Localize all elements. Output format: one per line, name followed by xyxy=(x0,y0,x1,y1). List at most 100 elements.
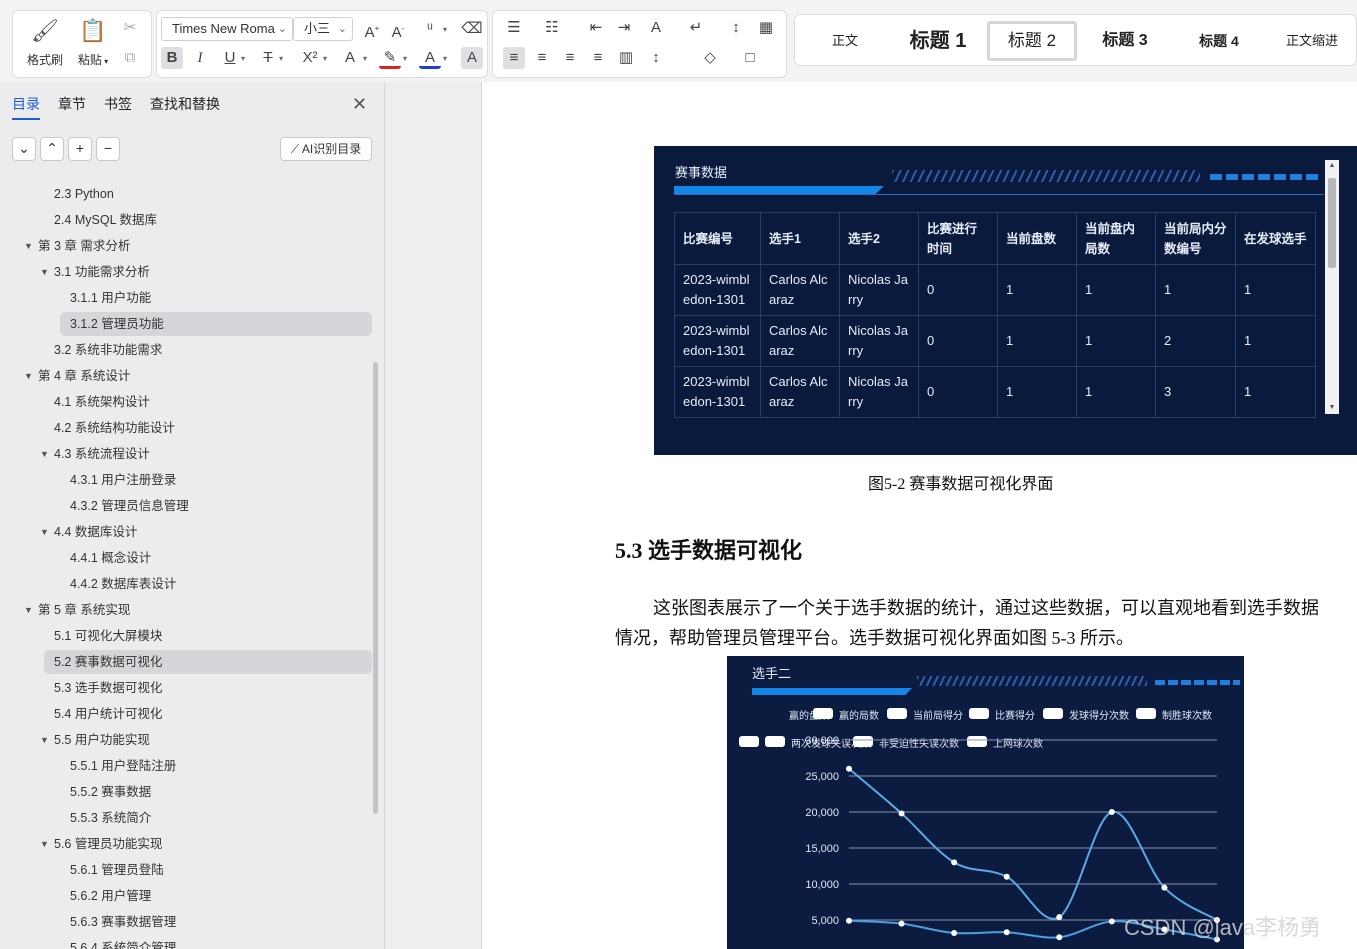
toc-item[interactable]: 4.3.1 用户注册登录 xyxy=(70,468,176,492)
increase-indent-icon[interactable]: ⇥ xyxy=(613,17,635,39)
chevron-down-icon[interactable]: ▾ xyxy=(443,25,447,34)
data-point[interactable] xyxy=(1108,809,1115,815)
data-point[interactable] xyxy=(846,765,852,772)
font-size-select[interactable]: 小三 ⌄ xyxy=(293,17,353,41)
chevron-down-icon[interactable]: ▾ xyxy=(443,54,447,63)
shrink-font-icon[interactable]: A- xyxy=(387,18,409,41)
highlight-color-icon[interactable]: ✎ xyxy=(379,47,401,69)
toc-item[interactable]: 3.1.1 用户功能 xyxy=(70,286,151,310)
format-painter-button[interactable]: 🖌 格式刷 xyxy=(27,17,63,68)
toc-item[interactable]: 5.6.3 赛事数据管理 xyxy=(70,910,176,934)
style-heading-2[interactable]: 标题 2 xyxy=(987,21,1077,61)
copy-icon[interactable]: ⧉ xyxy=(119,47,141,69)
add-heading-button[interactable]: + xyxy=(68,137,92,161)
toc-item[interactable]: 2.3 Python xyxy=(54,182,114,206)
phonetic-guide-icon[interactable]: ᵘ xyxy=(419,18,441,40)
align-left-icon[interactable]: ≡ xyxy=(503,47,525,69)
expand-arrow-icon[interactable]: ▼ xyxy=(40,527,49,537)
chevron-down-icon[interactable]: ▾ xyxy=(403,54,407,63)
italic-button[interactable]: I xyxy=(189,47,211,69)
scroll-down-icon[interactable]: ▼ xyxy=(1325,404,1339,411)
scroll-up-icon[interactable]: ▲ xyxy=(1325,162,1339,169)
toc-item[interactable]: 4.4 数据库设计 xyxy=(54,520,137,544)
toc-item[interactable]: 5.3 选手数据可视化 xyxy=(54,676,162,700)
expand-arrow-icon[interactable]: ▼ xyxy=(40,735,49,745)
expand-arrow-icon[interactable]: ▼ xyxy=(40,267,49,277)
style-body-indent[interactable]: 正文缩进 xyxy=(1275,21,1349,61)
sort-icon[interactable]: ↕ xyxy=(725,17,747,39)
data-point[interactable] xyxy=(1056,914,1063,921)
toc-item[interactable]: 5.2 赛事数据可视化 xyxy=(54,650,162,674)
data-point[interactable] xyxy=(846,917,852,924)
borders-icon[interactable]: □ xyxy=(739,47,761,69)
underline-button[interactable]: U xyxy=(219,47,241,69)
ai-toc-button[interactable]: ⟋ AI识别目录 xyxy=(280,137,372,161)
text-direction-icon[interactable]: A xyxy=(645,17,667,39)
toc-item[interactable]: 2.4 MySQL 数据库 xyxy=(54,208,157,232)
font-name-select[interactable]: Times New Roma ⌄ xyxy=(161,17,293,41)
toc-item[interactable]: 5.5.3 系统简介 xyxy=(70,806,151,830)
data-point[interactable] xyxy=(951,929,958,936)
toc-item[interactable]: 第 5 章 系统实现 xyxy=(38,598,130,622)
expand-arrow-icon[interactable]: ▼ xyxy=(40,839,49,849)
tab-chapters[interactable]: 章节 xyxy=(58,94,86,114)
tab-bookmarks[interactable]: 书签 xyxy=(104,94,132,114)
superscript-button[interactable]: X² xyxy=(299,47,321,69)
toc-item[interactable]: 3.1.2 管理员功能 xyxy=(70,312,164,336)
remove-heading-button[interactable]: − xyxy=(96,137,120,161)
chevron-down-icon[interactable]: ▾ xyxy=(279,54,283,63)
data-point[interactable] xyxy=(1003,873,1010,880)
shading-icon[interactable]: ◇ xyxy=(699,47,721,69)
bold-button[interactable]: B xyxy=(161,47,183,69)
toc-item[interactable]: 4.3 系统流程设计 xyxy=(54,442,150,466)
toc-item[interactable]: 5.6 管理员功能实现 xyxy=(54,832,162,856)
expand-arrow-icon[interactable]: ▼ xyxy=(24,241,33,251)
decrease-indent-icon[interactable]: ⇤ xyxy=(585,17,607,39)
style-normal[interactable]: 正文 xyxy=(815,21,875,61)
line-spacing-icon[interactable]: ↕ xyxy=(645,47,667,69)
cut-icon[interactable]: ✂ xyxy=(119,17,141,39)
chevron-down-icon[interactable]: ▾ xyxy=(241,54,245,63)
move-up-button[interactable]: ⌃ xyxy=(40,137,64,161)
char-shading-icon[interactable]: A xyxy=(461,47,483,69)
style-heading-3[interactable]: 标题 3 xyxy=(1087,21,1163,61)
toc-item[interactable]: 5.1 可视化大屏模块 xyxy=(54,624,162,648)
toc-item[interactable]: 5.6.2 用户管理 xyxy=(70,884,151,908)
grow-font-icon[interactable]: A+ xyxy=(361,18,383,41)
numbered-list-icon[interactable]: ☷ xyxy=(541,17,563,39)
paste-button[interactable]: 📋 粘贴 ▾ xyxy=(75,17,111,68)
style-heading-1[interactable]: 标题 1 xyxy=(895,21,981,61)
expand-arrow-icon[interactable]: ▼ xyxy=(40,449,49,459)
toc-item[interactable]: 5.6.1 管理员登陆 xyxy=(70,858,164,882)
toc-item[interactable]: 4.4.1 概念设计 xyxy=(70,546,151,570)
data-point[interactable] xyxy=(1161,884,1168,891)
toc-item[interactable]: 4.4.2 数据库表设计 xyxy=(70,572,176,596)
toc-item[interactable]: 3.1 功能需求分析 xyxy=(54,260,150,284)
expand-arrow-icon[interactable]: ▼ xyxy=(24,605,33,615)
toc-item[interactable]: 4.1 系统架构设计 xyxy=(54,390,150,414)
chevron-down-icon[interactable]: ▾ xyxy=(363,54,367,63)
table-scrollbar[interactable]: ▲ ▼ xyxy=(1325,160,1339,414)
toc-item[interactable]: 4.3.2 管理员信息管理 xyxy=(70,494,189,518)
data-point[interactable] xyxy=(951,859,958,866)
align-right-icon[interactable]: ≡ xyxy=(559,47,581,69)
data-point[interactable] xyxy=(898,810,905,817)
toc-item[interactable]: 3.2 系统非功能需求 xyxy=(54,338,162,362)
tab-find-replace[interactable]: 查找和替换 xyxy=(150,94,220,114)
align-center-icon[interactable]: ≡ xyxy=(531,47,553,69)
toc-item[interactable]: 5.5.2 赛事数据 xyxy=(70,780,151,804)
toc-item[interactable]: 5.5 用户功能实现 xyxy=(54,728,150,752)
tab-toc[interactable]: 目录 xyxy=(12,94,40,120)
expand-arrow-icon[interactable]: ▼ xyxy=(24,371,33,381)
close-icon[interactable]: ✕ xyxy=(352,94,367,115)
data-point[interactable] xyxy=(1108,918,1115,925)
data-point[interactable] xyxy=(898,920,905,927)
strikethrough-button[interactable]: T xyxy=(257,47,279,69)
data-point[interactable] xyxy=(1003,929,1010,936)
toc-item[interactable]: 第 3 章 需求分析 xyxy=(38,234,130,258)
style-heading-4[interactable]: 标题 4 xyxy=(1181,21,1257,61)
toc-scrollbar[interactable] xyxy=(373,362,378,814)
toc-item[interactable]: 4.2 系统结构功能设计 xyxy=(54,416,175,440)
table-icon[interactable]: ▦ xyxy=(755,17,777,39)
justify-icon[interactable]: ≡ xyxy=(587,47,609,69)
